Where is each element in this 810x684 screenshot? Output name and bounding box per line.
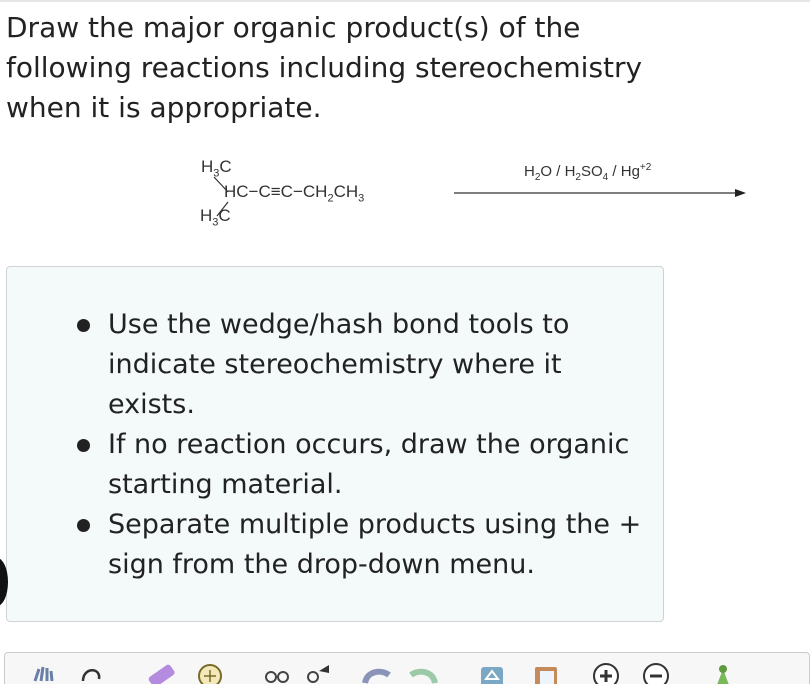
chain-icon[interactable] (263, 659, 293, 684)
methyl-bottom-label: H3C (200, 206, 231, 229)
instruction-text: Separate multiple products using the + s… (108, 509, 642, 580)
bullet-icon (77, 439, 90, 452)
top-divider (0, 0, 810, 2)
bond-icon[interactable] (303, 659, 333, 684)
reagents-label: H2O / H2SO4 / Hg+2 (524, 162, 652, 183)
question-line: following reactions including stereochem… (6, 51, 643, 84)
instructions-box: Use the wedge/hash bond tools to indicat… (6, 266, 664, 622)
bullet-icon (77, 319, 90, 332)
instruction-item: Use the wedge/hash bond tools to indicat… (73, 305, 653, 425)
drawing-toolbar (4, 652, 810, 684)
minus-charge-icon[interactable] (641, 659, 671, 684)
methyl-top-label: H3C (201, 157, 232, 180)
ring-template-icon[interactable] (195, 659, 225, 684)
instruction-text: If no reaction occurs, draw the organic … (108, 429, 630, 500)
redo-icon[interactable] (409, 659, 439, 684)
question-page: Draw the major organic product(s) of the… (0, 0, 810, 684)
question-text: Draw the major organic product(s) of the… (6, 8, 706, 128)
clean-icon[interactable] (709, 659, 739, 684)
main-chain-label: HC−C≡C−CH2CH3 (224, 182, 365, 205)
instructions-list: Use the wedge/hash bond tools to indicat… (73, 305, 653, 585)
question-line: when it is appropriate. (6, 91, 322, 124)
lasso-icon[interactable] (77, 659, 107, 684)
paste-icon[interactable] (531, 659, 561, 684)
reaction-bonds (213, 176, 746, 217)
instruction-item: If no reaction occurs, draw the organic … (73, 425, 653, 505)
template-icon[interactable] (477, 659, 507, 684)
bullet-icon (77, 519, 90, 532)
eraser-icon[interactable] (145, 659, 175, 684)
plus-charge-icon[interactable] (591, 659, 621, 684)
hand-icon[interactable] (29, 659, 59, 684)
reaction-scheme: H3C HC−C≡C−CH2CH3 H3C H2O / H2SO4 / Hg+2 (0, 150, 810, 250)
instruction-text: Use the wedge/hash bond tools to indicat… (108, 309, 570, 420)
undo-icon[interactable] (361, 659, 391, 684)
instruction-item: Separate multiple products using the + s… (73, 505, 653, 585)
question-line: Draw the major organic product(s) of the (6, 11, 581, 44)
